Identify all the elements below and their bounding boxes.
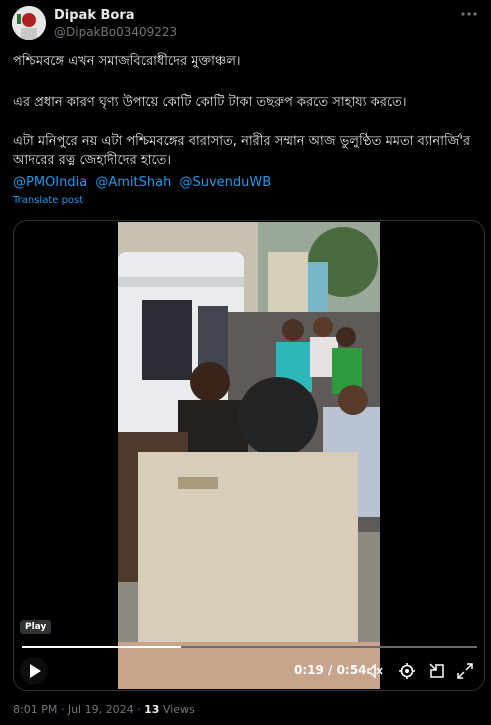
mention-link[interactable]: @AmitShah (95, 175, 171, 190)
post-meta: 8:01 PM · Jul 19, 2024 · 13 Views (13, 703, 195, 716)
video-progress-fill (22, 646, 182, 648)
video-frame[interactable] (118, 222, 380, 689)
views-label: Views (162, 703, 195, 716)
volume-muted-icon[interactable] (366, 662, 384, 680)
author-name[interactable]: Dipak Bora (54, 8, 135, 23)
video-progress-bar[interactable] (22, 646, 477, 648)
mentions: @PMOIndia @AmitShah @SuvenduWB (13, 174, 275, 192)
post-time[interactable]: 8:01 PM (13, 703, 57, 716)
separator-dot: · (137, 703, 141, 716)
video-time-display: 0:19 / 0:54 (294, 663, 367, 677)
more-icon[interactable] (457, 4, 481, 28)
views-count: 13 (144, 703, 160, 716)
post-text-line-1: পশ্চিমবঙ্গে এখন সমাজবিরোধীদের মুক্তাঞ্চল… (13, 54, 241, 69)
avatar[interactable] (12, 6, 46, 40)
fullscreen-icon[interactable] (456, 662, 474, 680)
separator-dot: · (60, 703, 65, 716)
pip-icon[interactable] (428, 662, 446, 680)
translate-post-link[interactable]: Translate post (13, 195, 83, 206)
mention-link[interactable]: @SuvenduWB (179, 175, 271, 190)
play-icon[interactable] (20, 657, 48, 685)
author-handle[interactable]: @DipakBo03409223 (54, 25, 177, 39)
post-date[interactable]: Jul 19, 2024 (68, 703, 134, 716)
mention-link[interactable]: @PMOIndia (13, 175, 87, 190)
play-badge: Play (20, 620, 52, 634)
post-text-line-3: এটা মনিপুরে নয় এটা পশ্চিমবঙ্গের বারাসাত… (13, 134, 471, 168)
post-text-line-2: এর প্রধান কারণ ঘৃণ্য উপায়ে কোটি কোটি টা… (13, 95, 407, 110)
settings-icon[interactable] (398, 662, 416, 680)
video-player[interactable]: Play 0:19 / 0:54 (13, 220, 485, 691)
